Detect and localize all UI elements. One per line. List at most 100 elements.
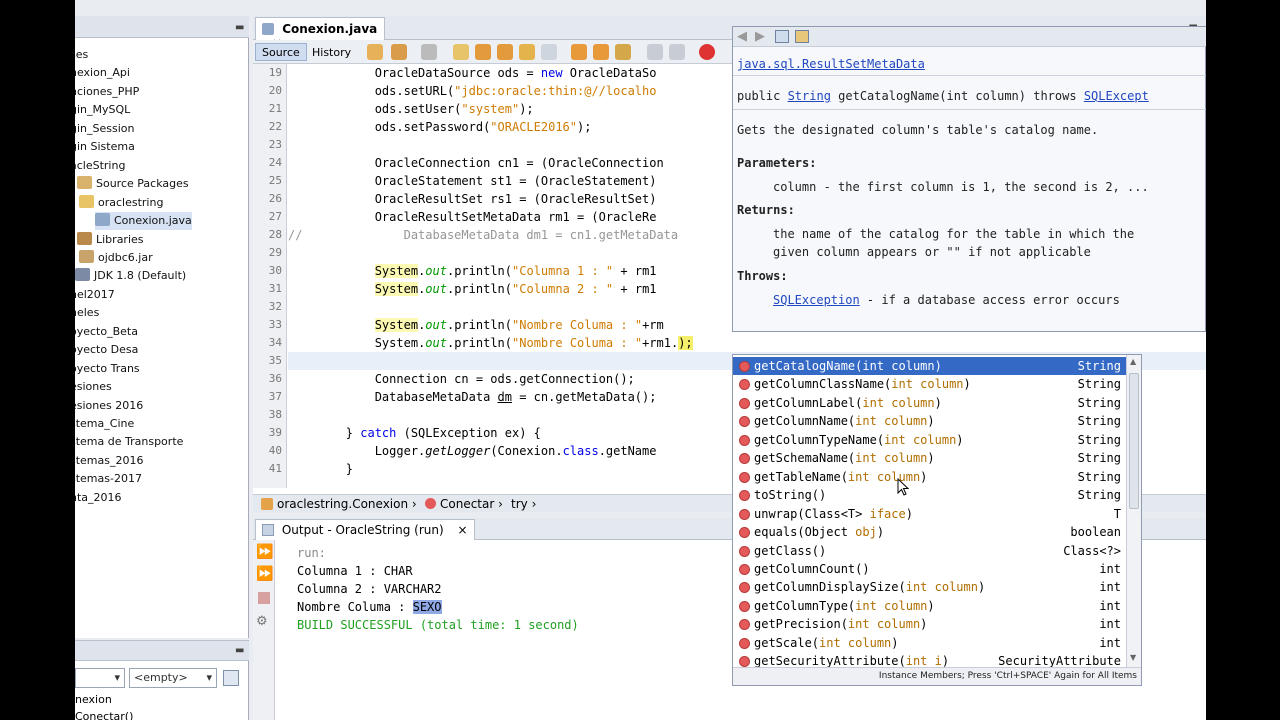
completion-method: getCatalogName(int column)	[754, 359, 942, 373]
navigator-options-icon[interactable]	[223, 670, 239, 686]
tree-item[interactable]: oyecto Desa	[75, 341, 138, 359]
minimize-icon[interactable]: ▬	[235, 22, 244, 33]
start-macro-icon[interactable]	[699, 44, 715, 60]
toggle-highlight-icon[interactable]	[519, 44, 535, 60]
rerun-icon[interactable]: ⏩	[256, 544, 273, 560]
completion-item[interactable]: getPrecision(int column) int	[733, 615, 1127, 633]
toggle-selection-icon[interactable]	[541, 44, 557, 60]
tab-output[interactable]: Output - OracleString (run) ×	[255, 519, 475, 540]
method-icon	[425, 498, 436, 509]
tree-item-label: gin_MySQL	[75, 103, 131, 117]
tree-item[interactable]: neles	[75, 304, 99, 322]
completion-item[interactable]: getScale(int column) int	[733, 634, 1127, 652]
next-bookmark-icon[interactable]	[593, 44, 609, 60]
tree-item[interactable]: oraclestring	[79, 194, 163, 212]
go-to-source-icon[interactable]	[795, 30, 809, 43]
tree-item[interactable]: Conexion.java	[95, 212, 192, 231]
tree-item[interactable]: gin_Session	[75, 120, 134, 138]
tab-conexion-java[interactable]: Conexion.java ×	[255, 17, 385, 50]
tree-item[interactable]: nel2017	[75, 286, 115, 304]
tree-item-label: JDK 1.8 (Default)	[94, 269, 187, 283]
tree-item[interactable]: stemas_2016	[75, 452, 144, 470]
completion-item[interactable]: getColumnLabel(int column) String	[733, 394, 1127, 412]
completion-item[interactable]: getCatalogName(int column) String	[733, 357, 1127, 375]
completion-item[interactable]: getClass() Class<?>	[733, 542, 1127, 560]
last-edit-icon[interactable]	[367, 44, 383, 60]
scroll-thumb[interactable]	[1129, 373, 1139, 509]
completion-scrollbar[interactable]: ▲ ▼	[1126, 355, 1141, 667]
tree-item[interactable]: JDK 1.8 (Default)	[75, 267, 186, 285]
tree-item-label: stemas_2016	[75, 453, 144, 467]
rerun-with-params-icon[interactable]: ⏩	[256, 566, 273, 582]
completion-item[interactable]: equals(Object obj) boolean	[733, 523, 1127, 541]
tree-item[interactable]: gin_MySQL	[75, 101, 130, 119]
completion-item[interactable]: getColumnClassName(int column) String	[733, 375, 1127, 393]
completion-item[interactable]: unwrap(Class<T> iface) T	[733, 505, 1127, 523]
tree-item-label: gin_Session	[75, 121, 135, 135]
breadcrumb-item[interactable]: oraclestring.Conexion ›	[261, 497, 417, 511]
open-in-browser-icon[interactable]	[775, 30, 789, 43]
back-arrow-icon[interactable]: ◀	[737, 29, 747, 44]
close-icon[interactable]: ×	[457, 523, 467, 537]
source-button[interactable]: Source	[255, 43, 307, 61]
breadcrumb-item[interactable]: Conectar ›	[425, 497, 503, 511]
tree-item[interactable]: nta_2016	[75, 489, 122, 507]
tree-item[interactable]: ses	[75, 46, 88, 64]
tree-item-label: oyecto_Beta	[75, 324, 138, 338]
method-icon	[739, 563, 750, 575]
code-line: ods.setUser("system");	[288, 102, 534, 116]
tree-item[interactable]: nciones_PHP	[75, 83, 139, 101]
minimize-icon[interactable]: ▬	[235, 645, 244, 656]
stop-icon[interactable]	[258, 592, 270, 604]
tree-item[interactable]: oyecto Trans	[75, 360, 140, 378]
forward-icon[interactable]	[421, 44, 437, 60]
class-link[interactable]: java.sql.ResultSetMetaData	[737, 57, 925, 71]
tree-item[interactable]: nexion_Api	[75, 64, 130, 82]
tree-item[interactable]: gin Sistema	[75, 138, 135, 156]
forward-arrow-icon[interactable]: ▶	[755, 29, 765, 44]
members-combo[interactable]: ▾	[75, 668, 125, 688]
completion-item[interactable]: getColumnType(int column) int	[733, 597, 1127, 615]
tree-item[interactable]: stemas-2017	[75, 470, 142, 488]
scroll-up-icon[interactable]: ▲	[1130, 357, 1136, 366]
folder-icon	[77, 176, 92, 190]
tree-item[interactable]: oyecto_Beta	[75, 323, 138, 341]
settings-icon[interactable]: ⚙	[256, 614, 268, 629]
tree-item[interactable]: ojdbc6.jar	[79, 249, 153, 267]
navigator-item[interactable]: Conectar()	[75, 710, 133, 720]
tree-item-label: esiones	[75, 380, 112, 394]
history-button[interactable]: History	[305, 43, 358, 61]
breadcrumb-item[interactable]: try ›	[511, 497, 536, 511]
find-next-icon[interactable]	[497, 44, 513, 60]
completion-item[interactable]: getTableName(int column) String	[733, 468, 1127, 486]
shift-left-icon[interactable]	[647, 44, 663, 60]
find-previous-icon[interactable]	[475, 44, 491, 60]
completion-item[interactable]: getColumnDisplaySize(int column) int	[733, 578, 1127, 596]
tree-item[interactable]: stema_Cine	[75, 415, 134, 433]
completion-item[interactable]: getColumnCount() int	[733, 560, 1127, 578]
toggle-bookmark-icon[interactable]	[615, 44, 631, 60]
returns-text: the name of the catalog for the table in…	[773, 227, 1135, 241]
code-line: OracleResultSet rs1 = (OracleResultSet)	[288, 192, 657, 206]
tree-item[interactable]: Libraries	[77, 231, 144, 249]
completion-item[interactable]: getSchemaName(int column) String	[733, 449, 1127, 467]
navigator-item[interactable]: nexion	[75, 693, 112, 706]
previous-bookmark-icon[interactable]	[571, 44, 587, 60]
navigator-panel: ▬ ▾ <empty> ▾ nexion Conectar()	[75, 640, 249, 720]
tree-item[interactable]: esiones	[75, 378, 112, 396]
completion-item[interactable]: getColumnTypeName(int column) String	[733, 431, 1127, 449]
tree-item[interactable]: esiones 2016	[75, 397, 143, 415]
tree-item[interactable]: acleString	[75, 157, 125, 175]
tree-item[interactable]: Source Packages	[77, 175, 189, 193]
method-icon	[739, 600, 750, 612]
completion-item[interactable]: getColumnName(int column) String	[733, 412, 1127, 430]
back-icon[interactable]	[391, 44, 407, 60]
filter-combo[interactable]: <empty> ▾	[129, 668, 217, 688]
tree-item[interactable]: stema de Transporte	[75, 433, 183, 451]
shift-right-icon[interactable]	[669, 44, 685, 60]
completion-status: Instance Members; Press 'Ctrl+SPACE' Aga…	[733, 667, 1141, 685]
scroll-down-icon[interactable]: ▼	[1130, 653, 1136, 662]
find-icon[interactable]	[453, 44, 469, 60]
completion-item[interactable]: toString() String	[733, 486, 1127, 504]
tree-item-label: Libraries	[96, 232, 144, 246]
